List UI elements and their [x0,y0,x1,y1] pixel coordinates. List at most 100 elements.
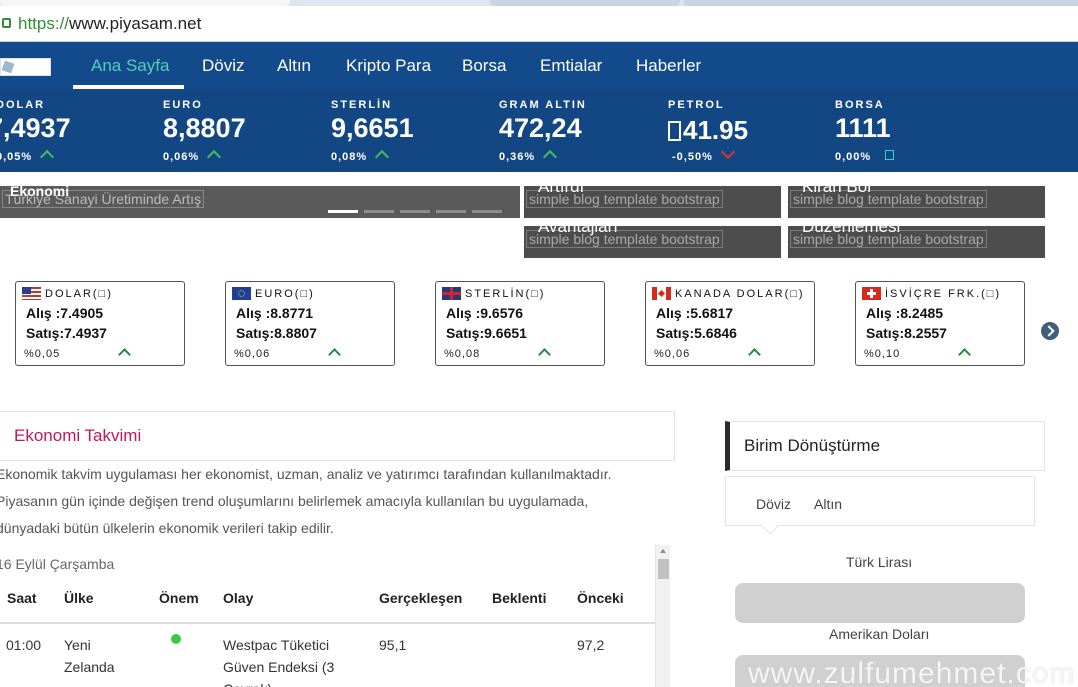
nav-kripto-para[interactable]: Kripto Para [346,56,431,76]
ticker-item-dolar[interactable]: DOLAR 7,4937 0,05% [0,99,156,165]
cell-onceki: 97,2 [577,637,605,653]
slider-dot[interactable] [328,210,358,213]
ticker-change: 0,05% [0,151,33,163]
arrow-down-icon [720,144,735,160]
site-logo[interactable] [0,58,51,76]
page: https://www.piyasam.net Ana Sayfa Döviz … [0,0,1078,687]
ticker-item-euro[interactable]: EURO 8,8807 0,06% [163,99,323,165]
ticker-change: -0,50% [672,151,713,163]
ticker-label: EURO [163,99,203,111]
arrow-up-icon [207,149,222,165]
ticker-item-borsa[interactable]: BORSA 1111 0,00% [835,99,995,163]
url-text[interactable]: https://www.piyasam.net [18,14,201,34]
us-flag-icon [22,287,41,300]
cell-saat: 01:00 [6,637,42,653]
calendar-description-line: Piyasanın gün içinde değişen trend oluşu… [0,493,589,509]
featured-news-2[interactable]: simple blog template bootstrap Kiran Bor [788,186,1045,218]
currency-card-sterlin[interactable]: STERLİN(□) Alış :9.6576 Satış:9.6651 %0,… [435,281,605,366]
cell-ulke: Yeni Zelanda [64,637,115,675]
currency-name: STERLİN(□) [465,287,546,300]
lock-icon [2,18,11,28]
featured-title: Avantajları [538,226,619,236]
ticker-label: BORSA [835,99,885,111]
ticker-item-sterlin[interactable]: STERLİN 9,6651 0,08% [331,99,491,165]
slider-dot[interactable] [436,210,466,213]
slider-dot[interactable] [364,210,394,213]
carousel-next-icon[interactable] [1041,322,1059,340]
featured-title: Artırdı [538,186,585,196]
column-header-onceki[interactable]: Önceki [577,590,624,606]
currency-name: İSVİÇRE FRK.(□) [885,287,1002,300]
converter-title: Birim Dönüştürme [744,436,881,455]
arrow-up-icon [543,149,558,165]
news-slider[interactable]: Türkiye Sanayi Üretiminde Artış Ekonomi [0,183,520,218]
tab-doviz[interactable]: Döviz [756,496,791,512]
ticker-change: 0,08% [331,151,368,163]
nav-altin[interactable]: Altın [277,56,311,76]
to-currency-label: Amerikan Doları [829,626,930,642]
converter-header: Birim Dönüştürme [725,421,1045,471]
sell-rate: Satış:8.8807 [236,325,317,341]
ticker-item-gram-altin[interactable]: GRAM ALTIN 472,24 0,36% [499,99,659,165]
buy-rate: Alış :5.6817 [656,305,734,321]
column-header-beklenti[interactable]: Beklenti [492,590,546,606]
calendar-scrollbar[interactable] [655,545,670,687]
column-header-saat[interactable]: Saat [7,590,37,606]
currency-card-euro[interactable]: EURO(□) Alış :8.8771 Satış:8.8807 %0,06 [225,281,395,366]
ticker-value: 7,4937 [0,113,71,143]
change-percent: %0,06 [654,348,691,360]
nav-ana-sayfa[interactable]: Ana Sayfa [91,56,169,76]
currency-name: EURO(□) [255,287,315,300]
url-scheme: https:// [18,14,70,33]
nav-doviz[interactable]: Döviz [202,56,245,76]
arrow-up-icon [538,348,551,361]
ticker-label: PETROL [668,99,725,111]
currency-card-isvicre-frank[interactable]: İSVİÇRE FRK.(□) Alış :8.2485 Satış:8.255… [855,281,1025,366]
ticker-label: DOLAR [0,99,46,111]
market-ticker: DOLAR 7,4937 0,05% EURO 8,8807 0,06% STE… [0,90,1078,172]
nav-emtialar[interactable]: Emtialar [540,56,602,76]
column-header-olay[interactable]: Olay [223,590,253,606]
scroll-up-icon[interactable] [660,549,666,553]
column-header-ulke[interactable]: Ülke [64,590,94,606]
currency-card-kanada-dolar[interactable]: KANADA DOLAR(□) Alış :5.6817 Satış:5.684… [645,281,815,366]
change-percent: %0,08 [444,348,481,360]
address-bar[interactable]: https://www.piyasam.net [0,6,1078,42]
nav-haberler[interactable]: Haberler [636,56,701,76]
table-header-divider [0,622,655,624]
ch-flag-icon [862,287,881,300]
tab-altin[interactable]: Altın [814,496,842,512]
change-percent: %0,05 [24,348,61,360]
slider-dot[interactable] [400,210,430,213]
from-amount-input[interactable] [735,583,1025,623]
calendar-date: 16 Eylül Çarşamba [0,556,115,572]
ticker-item-petrol[interactable]: PETROL 41.95 -0,50% [668,99,828,163]
calendar-description-line: Ekonomik takvim uygulaması her ekonomist… [0,466,612,482]
change-percent: %0,10 [864,348,901,360]
column-header-gerceklesen[interactable]: Gerçekleşen [379,590,462,606]
featured-news-3[interactable]: simple blog template bootstrap Avantajla… [524,226,781,258]
featured-news-4[interactable]: simple blog template bootstrap Düzenleme… [788,226,1045,258]
cell-gerceklesen: 95,1 [379,637,407,653]
arrow-up-icon [328,348,341,361]
buy-rate: Alış :8.8771 [236,305,314,321]
ticker-value: 9,6651 [331,113,414,143]
sell-rate: Satış:7.4937 [26,325,107,341]
currency-card-dolar[interactable]: DOLAR(□) Alış :7.4905 Satış:7.4937 %0,05 [15,281,185,366]
slider-caption: Ekonomi [10,183,70,199]
column-header-onem[interactable]: Önem [159,590,199,606]
slider-dot[interactable] [472,210,502,213]
scroll-thumb[interactable] [658,559,669,579]
currency-name: DOLAR(□) [45,287,113,300]
nav-borsa[interactable]: Borsa [462,56,506,76]
arrow-up-icon [375,149,390,165]
importance-dot-icon [171,634,181,644]
active-nav-underline [73,85,184,89]
ca-flag-icon [652,287,671,300]
buy-rate: Alış :7.4905 [26,305,104,321]
featured-title: Düzenlemesi [802,226,901,236]
featured-news-1[interactable]: simple blog template bootstrap Artırdı [524,186,781,218]
sell-rate: Satış:9.6651 [446,325,527,341]
ticker-label: GRAM ALTIN [499,99,587,111]
watermark-text: www.zulfumehmet.com [748,657,1076,687]
